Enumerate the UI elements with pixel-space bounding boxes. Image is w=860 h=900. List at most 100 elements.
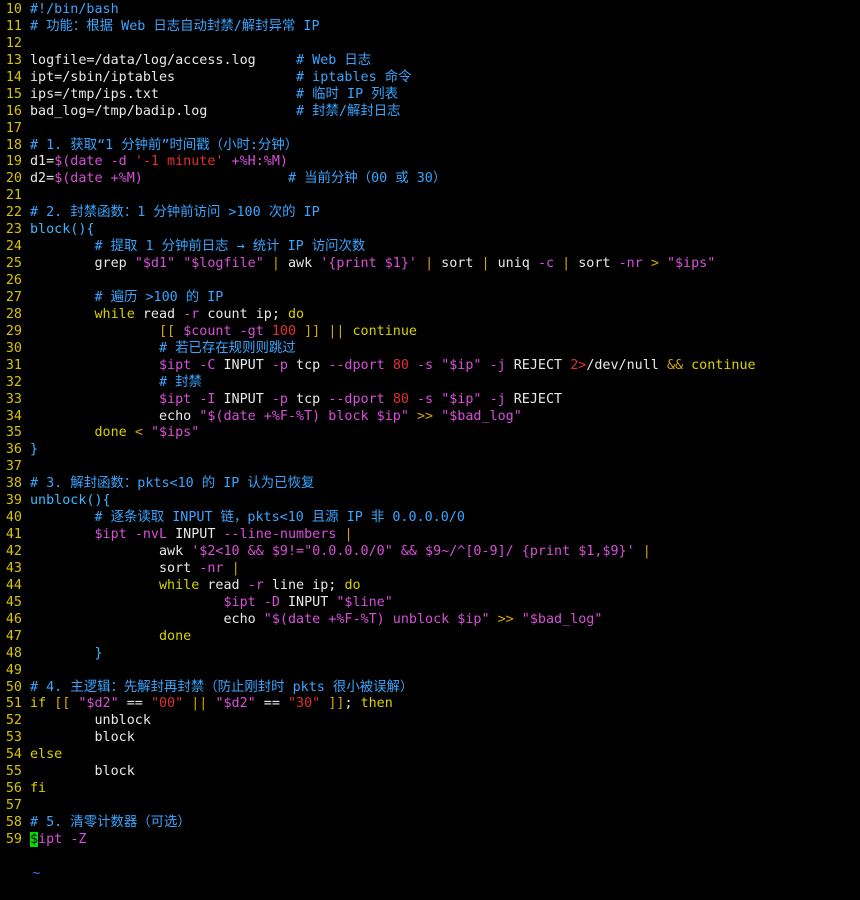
tilde-marker: ~ bbox=[32, 865, 41, 881]
code-line[interactable]: 59 $ipt -Z bbox=[0, 831, 860, 849]
code-line[interactable]: 20 d2=$(date +%M) # 当前分钟（00 或 30） bbox=[0, 171, 860, 188]
code-line[interactable]: 35 done < "$ips" bbox=[0, 425, 860, 442]
code-token: || bbox=[191, 696, 208, 712]
code-token: -C bbox=[199, 357, 216, 373]
code-token: -p bbox=[271, 391, 288, 407]
code-token: "$bad_log" bbox=[521, 611, 603, 627]
code-line[interactable]: 43 sort -nr | bbox=[0, 561, 860, 578]
code-token: /dev/null bbox=[586, 357, 667, 373]
code-line[interactable]: 22 # 2. 封禁函数：1 分钟前访问 >100 次的 IP bbox=[0, 205, 860, 222]
code-line[interactable]: 16 bad_log=/tmp/badip.log # 封禁/解封日志 bbox=[0, 104, 860, 121]
code-token: # 遍历 >100 的 IP bbox=[94, 289, 224, 305]
code-token: # 3. 解封函数：pkts<10 的 IP 认为已恢复 bbox=[30, 476, 315, 492]
code-line[interactable]: 48 } bbox=[0, 646, 860, 663]
code-line[interactable]: 58 # 5. 清零计数器（可选） bbox=[0, 815, 860, 832]
code-token: '-1 minute' bbox=[134, 154, 224, 170]
code-line[interactable]: 33 $ipt -I INPUT -p tcp --dport 80 -s "$… bbox=[0, 392, 860, 409]
code-token: else bbox=[30, 747, 63, 763]
code-line[interactable]: 24 # 提取 1 分钟前日志 → 统计 IP 访问次数 bbox=[0, 239, 860, 256]
code-line[interactable]: 34 echo "$(date +%F-%T) block $ip" >> "$… bbox=[0, 409, 860, 426]
code-token: "$ip" bbox=[441, 357, 482, 373]
code-line[interactable]: 42 awk '$2<10 && $9!="0.0.0.0/0" && $9~/… bbox=[0, 544, 860, 561]
code-line[interactable]: 49 bbox=[0, 663, 860, 680]
code-line[interactable]: 38 # 3. 解封函数：pkts<10 的 IP 认为已恢复 bbox=[0, 476, 860, 493]
code-line[interactable]: 36} bbox=[0, 442, 860, 459]
code-line[interactable]: 44 while read -r line ip; do bbox=[0, 578, 860, 595]
code-line[interactable]: 15 ips=/tmp/ips.txt # 临时 IP 列表 bbox=[0, 87, 860, 104]
code-token: then bbox=[360, 696, 393, 712]
code-token: block bbox=[30, 764, 135, 780]
code-line[interactable]: 53 block bbox=[0, 730, 860, 747]
code-token: +%H:%M) bbox=[223, 154, 288, 170]
code-token: | bbox=[344, 527, 353, 543]
code-line[interactable]: 37 bbox=[0, 459, 860, 476]
code-token: --dport bbox=[328, 391, 385, 407]
code-token: d1= bbox=[30, 154, 55, 170]
code-line[interactable]: 11 # 功能：根据 Web 日志自动封禁/解封异常 IP bbox=[0, 19, 860, 36]
line-number: 52 bbox=[5, 713, 22, 729]
code-token: -nr bbox=[618, 256, 643, 272]
code-line[interactable]: 31 $ipt -C INPUT -p tcp --dport 80 -s "$… bbox=[0, 358, 860, 375]
code-line[interactable]: 29 [[ $count -gt 100 ]] || continue bbox=[0, 324, 860, 341]
code-line[interactable]: 46 echo "$(date +%F-%T) unblock $ip" >> … bbox=[0, 612, 860, 629]
code-line[interactable]: 27 # 遍历 >100 的 IP bbox=[0, 290, 860, 307]
code-token: $count bbox=[183, 323, 232, 339]
code-line[interactable]: 21 bbox=[0, 188, 860, 205]
code-line[interactable]: 26 bbox=[0, 273, 860, 290]
code-line[interactable]: 10 #!/bin/bash bbox=[0, 2, 860, 19]
code-token: || bbox=[328, 323, 345, 339]
code-line[interactable]: 45 $ipt -D INPUT "$line" bbox=[0, 595, 860, 612]
code-line[interactable]: 28 while read -r count ip; do bbox=[0, 307, 860, 324]
line-number: 31 bbox=[5, 357, 22, 373]
code-token: # iptables 命令 bbox=[296, 69, 412, 85]
code-token: unblock bbox=[30, 713, 151, 729]
code-line[interactable]: 12 bbox=[0, 36, 860, 53]
code-line[interactable]: 18 # 1. 获取“1 分钟前”时间戳（小时:分钟） bbox=[0, 138, 860, 155]
code-token: ipt=/sbin/iptables bbox=[30, 69, 297, 85]
line-number: 54 bbox=[5, 747, 22, 763]
code-line[interactable]: 54 else bbox=[0, 747, 860, 764]
code-line[interactable]: 39 unblock(){ bbox=[0, 493, 860, 510]
code-line[interactable]: 51 if [[ "$d2" == "00" || "$d2" == "30" ]… bbox=[0, 696, 860, 713]
code-line[interactable]: 40 # 逐条读取 INPUT 链，pkts<10 且源 IP 非 0.0.0.… bbox=[0, 510, 860, 527]
code-token: "$logfile" bbox=[183, 256, 264, 272]
code-line[interactable]: 25 grep "$d1" "$logfile" | awk '{print $… bbox=[0, 256, 860, 273]
code-line[interactable]: 47 done bbox=[0, 629, 860, 646]
code-line[interactable]: 30 # 若已存在规则则跳过 bbox=[0, 341, 860, 358]
vim-editor[interactable]: 10 #!/bin/bash 11 # 功能：根据 Web 日志自动封禁/解封异常 I… bbox=[0, 2, 860, 881]
code-line[interactable]: 23 block(){ bbox=[0, 222, 860, 239]
code-line[interactable]: 32 # 封禁 bbox=[0, 375, 860, 392]
code-lines: 10 #!/bin/bash 11 # 功能：根据 Web 日志自动封禁/解封异常 I… bbox=[0, 2, 860, 849]
code-line[interactable]: 56 fi bbox=[0, 781, 860, 798]
code-token: block bbox=[30, 730, 135, 746]
line-number: 30 bbox=[5, 340, 22, 356]
code-line[interactable]: 13 logfile=/data/log/access.log # Web 日志 bbox=[0, 53, 860, 70]
code-token: -gt bbox=[239, 323, 264, 339]
line-number: 25 bbox=[5, 256, 22, 272]
code-line[interactable]: 52 unblock bbox=[0, 713, 860, 730]
line-number: 23 bbox=[5, 222, 22, 238]
code-line[interactable]: 41 $ipt -nvL INPUT --line-numbers | bbox=[0, 527, 860, 544]
code-line[interactable]: 17 bbox=[0, 121, 860, 138]
code-line[interactable]: 50 # 4. 主逻辑：先解封再封禁（防止刚封时 pkts 很小被误解） bbox=[0, 680, 860, 697]
line-number: 48 bbox=[5, 645, 22, 661]
code-line[interactable]: 19 d1=$(date -d '-1 minute' +%H:%M) bbox=[0, 154, 860, 171]
code-token: sort bbox=[570, 256, 619, 272]
code-token: $(date +%M) bbox=[54, 171, 143, 187]
code-token: done bbox=[30, 628, 192, 644]
code-token: INPUT bbox=[215, 357, 272, 373]
line-number: 14 bbox=[5, 69, 22, 85]
code-line[interactable]: 14 ipt=/sbin/iptables # iptables 命令 bbox=[0, 70, 860, 87]
code-line[interactable]: 55 block bbox=[0, 764, 860, 781]
code-token: | bbox=[271, 256, 280, 272]
code-token: } bbox=[30, 442, 39, 458]
code-token: 80 bbox=[392, 357, 409, 373]
code-line[interactable]: 57 bbox=[0, 798, 860, 815]
